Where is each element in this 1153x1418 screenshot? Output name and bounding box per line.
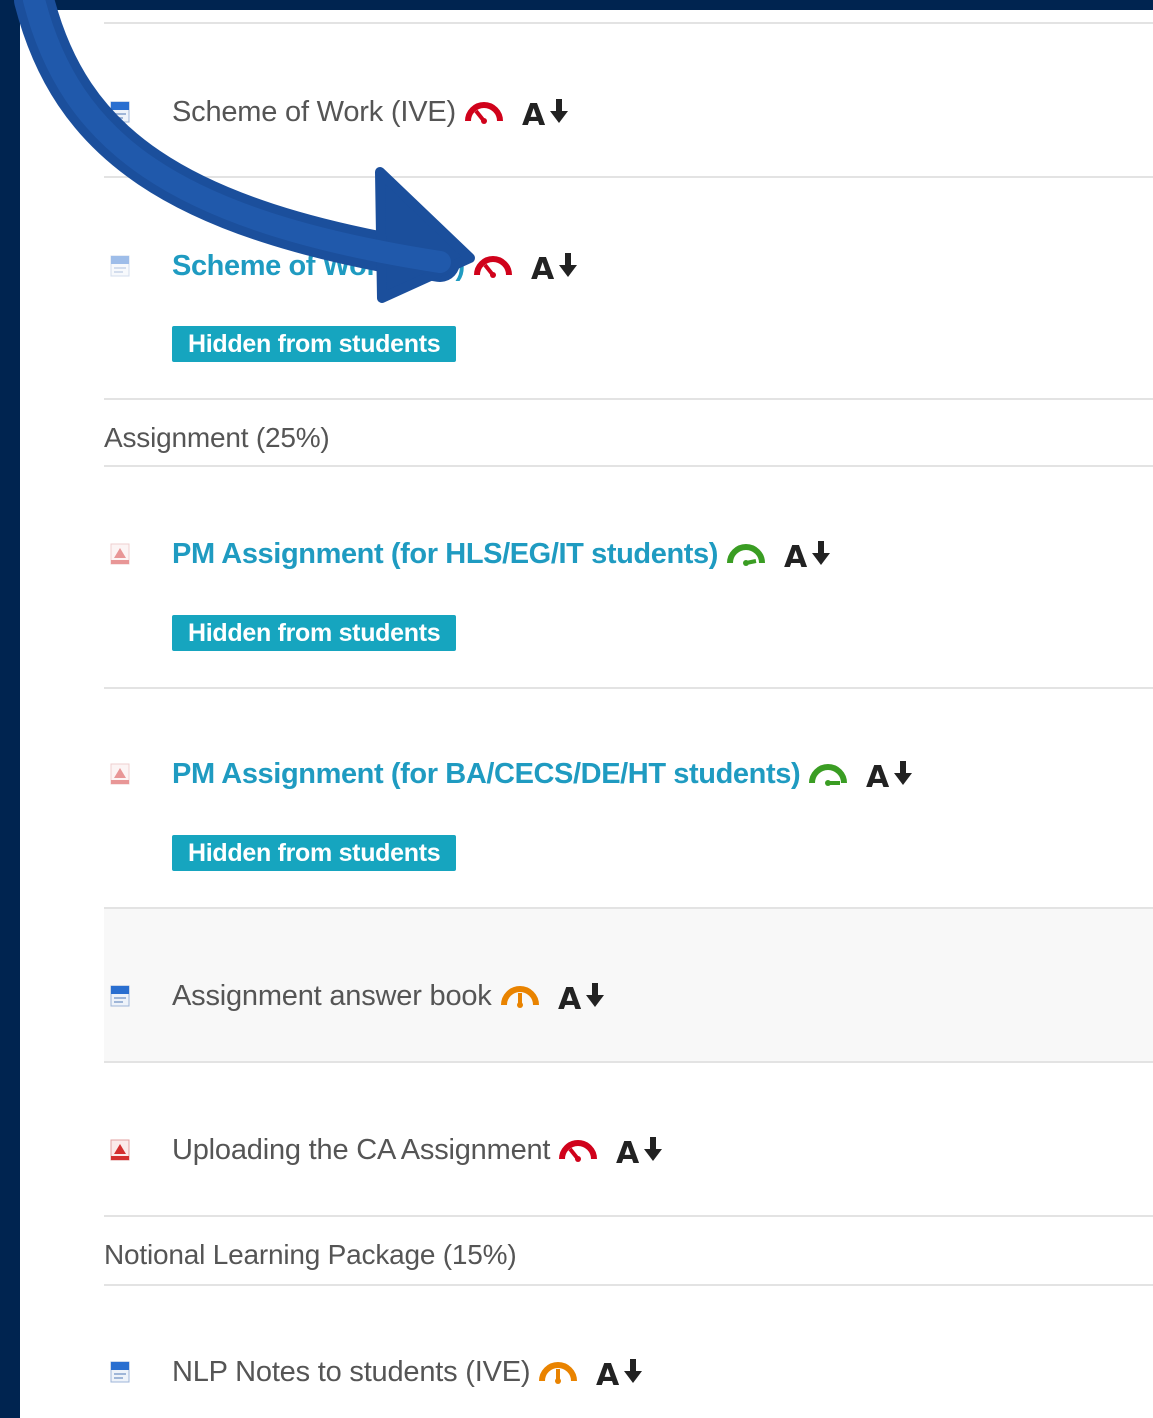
accessibility-score-gauge-icon[interactable] <box>806 759 850 789</box>
word-document-icon <box>110 1361 130 1383</box>
divider <box>104 176 1153 178</box>
svg-text:A: A <box>531 252 555 283</box>
svg-text:A: A <box>596 1358 620 1389</box>
word-document-icon <box>110 985 130 1007</box>
alternative-formats-icon[interactable]: A <box>594 1355 646 1389</box>
activity-title[interactable]: Scheme of Work (IVE) <box>172 250 465 283</box>
word-document-icon <box>110 255 130 277</box>
alternative-formats-icon[interactable]: A <box>529 249 581 283</box>
course-content-panel: Scheme of Work (IVE) A Scheme of Work (I… <box>20 10 1153 1418</box>
activity-item[interactable]: PM Assignment (for BA/CECS/DE/HT student… <box>108 752 916 796</box>
pdf-document-icon <box>110 543 130 565</box>
accessibility-score-gauge-icon[interactable] <box>471 251 515 281</box>
divider <box>104 1215 1153 1217</box>
activity-title[interactable]: NLP Notes to students (IVE) <box>172 1356 531 1389</box>
pdf-document-icon <box>110 1139 130 1161</box>
alternative-formats-icon[interactable]: A <box>614 1133 666 1167</box>
activity-title[interactable]: Uploading the CA Assignment <box>172 1134 550 1167</box>
activity-item[interactable]: Scheme of Work (IVE) A <box>108 244 581 288</box>
accessibility-score-gauge-icon[interactable] <box>556 1135 600 1165</box>
accessibility-score-gauge-icon[interactable] <box>536 1357 580 1387</box>
divider <box>104 1061 1153 1063</box>
divider <box>104 687 1153 689</box>
accessibility-score-gauge-icon[interactable] <box>498 981 542 1011</box>
divider <box>104 465 1153 467</box>
activity-title[interactable]: Assignment answer book <box>172 980 492 1013</box>
hidden-badge: Hidden from students <box>172 615 457 651</box>
alternative-formats-icon[interactable]: A <box>864 757 916 791</box>
svg-text:A: A <box>784 540 808 571</box>
alternative-formats-icon[interactable]: A <box>782 537 834 571</box>
hidden-badge: Hidden from students <box>172 326 457 362</box>
divider <box>104 1284 1153 1286</box>
accessibility-score-gauge-icon[interactable] <box>462 97 506 127</box>
svg-text:A: A <box>616 1136 640 1167</box>
pdf-document-icon <box>110 763 130 785</box>
divider <box>104 398 1153 400</box>
activity-item[interactable]: Scheme of Work (IVE) A <box>108 90 572 134</box>
word-document-icon <box>110 101 130 123</box>
svg-text:A: A <box>522 98 546 129</box>
alternative-formats-icon[interactable]: A <box>520 95 572 129</box>
activity-item[interactable]: Uploading the CA Assignment A <box>108 1128 666 1172</box>
section-heading: Notional Learning Package (15%) <box>104 1239 517 1270</box>
hidden-badge: Hidden from students <box>172 835 457 871</box>
accessibility-score-gauge-icon[interactable] <box>724 539 768 569</box>
svg-text:A: A <box>558 982 582 1013</box>
svg-text:A: A <box>866 760 890 791</box>
divider <box>104 22 1153 24</box>
activity-item[interactable]: NLP Notes to students (IVE) A <box>108 1350 646 1394</box>
activity-item[interactable]: Assignment answer book A <box>108 974 608 1018</box>
alternative-formats-icon[interactable]: A <box>556 979 608 1013</box>
activity-title[interactable]: PM Assignment (for BA/CECS/DE/HT student… <box>172 758 801 791</box>
activity-item[interactable]: PM Assignment (for HLS/EG/IT students) A <box>108 532 834 576</box>
section-heading: Assignment (25%) <box>104 422 330 453</box>
activity-title[interactable]: PM Assignment (for HLS/EG/IT students) <box>172 538 718 571</box>
activity-title[interactable]: Scheme of Work (IVE) <box>172 96 456 129</box>
